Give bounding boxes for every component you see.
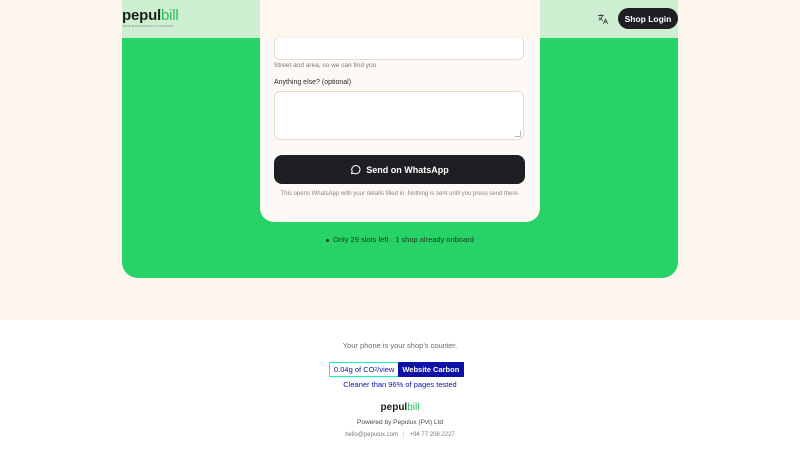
footer: Your phone is your shop's counter. 0.04g… [0, 320, 800, 469]
website-carbon-badge[interactable]: 0.04g of CO 2/view Website Carbon [329, 362, 465, 377]
carbon-brand-link[interactable]: Website Carbon [398, 363, 464, 376]
anything-else-label: Anything else? (optional) [274, 79, 352, 86]
privacy-note: This opens WhatsApp with your details fi… [280, 191, 520, 197]
slots-remaining: Only 29 slots left · 1 shop already onbo… [0, 235, 800, 244]
top-nav: pepulbill SHOP MANAGEMENT SOFTWARE Shop … [0, 0, 800, 38]
shop-login-button[interactable]: Shop Login [618, 8, 678, 29]
email-link[interactable]: hello@pepulux.com [345, 432, 398, 438]
resize-handle-icon[interactable] [515, 131, 521, 137]
carbon-value: 0.04g of CO 2/view [329, 362, 399, 377]
translate-icon[interactable] [595, 11, 611, 27]
phone-link[interactable]: +94 77 208 2227 [410, 432, 455, 438]
footer-logo[interactable]: pepulbill [0, 402, 800, 413]
anything-else-textarea[interactable] [274, 91, 524, 140]
street-hint: Street and area, so we can find you [274, 62, 377, 69]
footer-tagline: Your phone is your shop's counter. [342, 341, 458, 350]
carbon-cleaner-text: Cleaner than 96% of pages tested [343, 380, 457, 389]
contact-line: hello@pepulux.com | +94 77 208 2227 [345, 432, 455, 438]
street-address-input[interactable] [274, 36, 524, 60]
logo[interactable]: pepulbill SHOP MANAGEMENT SOFTWARE [122, 8, 179, 28]
powered-by: Powered by Pepulux (Pvt) Ltd [357, 419, 443, 426]
logo-tagline: SHOP MANAGEMENT SOFTWARE [122, 24, 173, 28]
send-on-whatsapp-button[interactable]: Send on WhatsApp [274, 155, 525, 184]
status-dot-icon [326, 238, 330, 242]
whatsapp-chat-icon [351, 165, 361, 175]
